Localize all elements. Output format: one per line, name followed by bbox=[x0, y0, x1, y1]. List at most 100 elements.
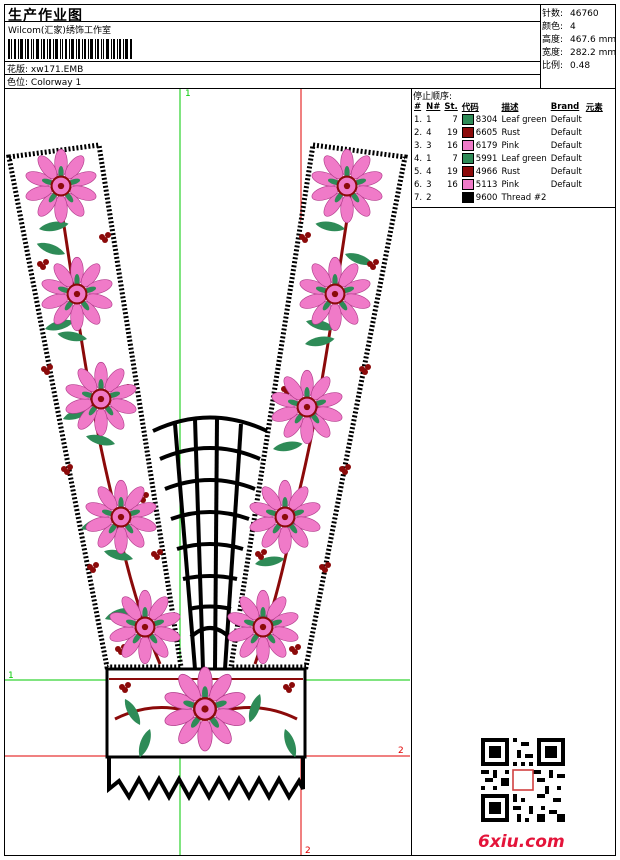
page-title: 生产作业图 bbox=[8, 8, 83, 24]
thread-code: 5113 bbox=[475, 180, 498, 190]
guide-label-red-bottom: 2 bbox=[305, 846, 311, 856]
row-stops: 19 bbox=[446, 127, 458, 138]
stitches-value: 46760 bbox=[570, 9, 599, 19]
table-row: 1. 1 7 8304 Leaf green Default bbox=[412, 113, 605, 126]
row-stops: 7 bbox=[452, 114, 458, 125]
row-stops bbox=[442, 191, 459, 204]
table-row: 5. 4 19 4966 Rust Default bbox=[412, 165, 605, 178]
col-needle: N# bbox=[426, 102, 441, 112]
color-swatch bbox=[461, 166, 474, 177]
row-description: Rust bbox=[501, 127, 521, 138]
row-index: 3. bbox=[414, 140, 423, 151]
color-swatch bbox=[461, 127, 474, 138]
col-code: 代码 bbox=[461, 103, 479, 113]
colors-value: 4 bbox=[570, 22, 576, 32]
row-element bbox=[584, 165, 605, 178]
colorway-label: 色位: bbox=[7, 78, 29, 88]
row-stops: 16 bbox=[446, 179, 458, 190]
colors-label: 颜色: bbox=[542, 22, 564, 32]
sequence-divider bbox=[411, 207, 616, 208]
barcode-divider bbox=[4, 61, 540, 62]
row-element bbox=[584, 191, 605, 204]
row-description: Pink bbox=[501, 179, 520, 190]
row-brand: Default bbox=[550, 153, 582, 164]
row-brand: Default bbox=[550, 166, 582, 177]
col-stops: St. bbox=[444, 102, 458, 112]
design-divider bbox=[4, 74, 540, 75]
width-row: 宽度: 282.2 mm bbox=[542, 45, 616, 58]
row-index: 5. bbox=[414, 166, 423, 177]
row-code: 6605 bbox=[460, 126, 500, 139]
col-element: 元素 bbox=[585, 103, 603, 113]
row-code: 8304 bbox=[460, 113, 500, 126]
thread-code: 6605 bbox=[475, 128, 498, 138]
color-swatch bbox=[461, 114, 474, 125]
design-label: 花版: bbox=[7, 65, 29, 75]
row-element bbox=[584, 152, 605, 165]
guide-label-red-right: 2 bbox=[398, 746, 404, 756]
row-code: 5991 bbox=[460, 152, 500, 165]
row-index: 7. bbox=[414, 192, 423, 203]
row-brand: Default bbox=[550, 114, 582, 125]
row-description: Rust bbox=[501, 166, 521, 177]
row-needle: 3 bbox=[426, 179, 432, 190]
row-code: 9600 bbox=[460, 191, 500, 204]
row-stops: 19 bbox=[446, 166, 458, 177]
color-swatch bbox=[461, 140, 474, 151]
row-index: 1. bbox=[414, 114, 423, 125]
row-index: 4. bbox=[414, 153, 423, 164]
watermark-logo: 6xiu.com bbox=[478, 832, 565, 852]
row-stops: 16 bbox=[446, 140, 458, 151]
row-code: 5113 bbox=[460, 178, 500, 191]
row-needle: 4 bbox=[426, 127, 432, 138]
studio-divider bbox=[4, 21, 540, 22]
guide-label-green-left: 1 bbox=[8, 671, 14, 681]
row-stops: 7 bbox=[452, 153, 458, 164]
thread-code: 6179 bbox=[475, 141, 498, 151]
thread-code: 8304 bbox=[475, 115, 498, 125]
height-row: 高度: 467.6 mm bbox=[542, 32, 616, 45]
table-row: 4. 1 7 5991 Leaf green Default bbox=[412, 152, 605, 165]
row-needle: 2 bbox=[426, 192, 432, 203]
table-header-row: # N# St. 代码 描述 Brand 元素 bbox=[412, 101, 605, 113]
row-needle: 4 bbox=[426, 166, 432, 177]
stats-divider bbox=[540, 4, 541, 88]
row-element bbox=[584, 126, 605, 139]
thread-code: 4966 bbox=[475, 167, 498, 177]
row-brand: Default bbox=[550, 140, 582, 151]
colors-row: 颜色: 4 bbox=[542, 19, 576, 32]
row-brand bbox=[549, 191, 584, 204]
row-needle: 1 bbox=[426, 153, 432, 164]
row-description: Pink bbox=[501, 140, 520, 151]
table-row: 2. 4 19 6605 Rust Default bbox=[412, 126, 605, 139]
width-label: 宽度: bbox=[542, 48, 564, 58]
row-element bbox=[584, 178, 605, 191]
col-brand: Brand bbox=[550, 102, 580, 112]
row-element bbox=[584, 113, 605, 126]
col-description: 描述 bbox=[501, 103, 519, 113]
thread-code: 9600 bbox=[475, 193, 498, 203]
barcode bbox=[8, 39, 132, 59]
studio-name: Wilcom(汇家)绣饰工作室 bbox=[8, 26, 111, 36]
color-swatch bbox=[461, 192, 474, 203]
row-description: Leaf green bbox=[501, 153, 547, 164]
stitches-label: 针数: bbox=[542, 9, 564, 19]
height-label: 高度: bbox=[542, 35, 564, 45]
color-swatch bbox=[461, 153, 474, 164]
table-row: 6. 3 16 5113 Pink Default bbox=[412, 178, 605, 191]
height-value: 467.6 mm bbox=[570, 35, 617, 45]
col-index: # bbox=[414, 102, 422, 112]
embroidery-canvas bbox=[5, 89, 410, 855]
scale-row: 比例: 0.48 bbox=[542, 58, 590, 71]
row-index: 2. bbox=[414, 127, 423, 138]
row-code: 6179 bbox=[460, 139, 500, 152]
row-brand: Default bbox=[550, 179, 582, 190]
row-needle: 3 bbox=[426, 140, 432, 151]
color-swatch bbox=[461, 179, 474, 190]
colorway-value: Colorway 1 bbox=[30, 78, 82, 88]
row-element bbox=[584, 139, 605, 152]
scale-label: 比例: bbox=[542, 61, 564, 71]
row-code: 4966 bbox=[460, 165, 500, 178]
scale-value: 0.48 bbox=[570, 61, 591, 71]
table-row: 7. 2 9600 Thread #2 bbox=[412, 191, 605, 204]
